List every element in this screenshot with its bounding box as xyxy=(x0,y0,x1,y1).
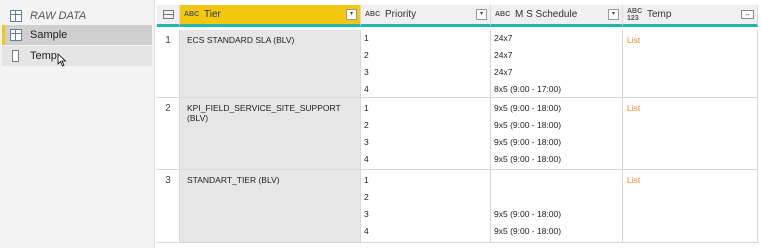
column-name: Tier xyxy=(204,9,221,20)
priority-value: 2 xyxy=(364,192,369,202)
row-index: 1 xyxy=(157,30,180,97)
priority-value: 4 xyxy=(364,226,369,236)
row-index: 3 xyxy=(157,170,180,242)
priority-value: 1 xyxy=(364,33,369,43)
schedule-cell[interactable]: 24x7 24x7 24x7 8x5 (9:00 - 17:00) xyxy=(491,30,623,97)
temp-cell[interactable]: List xyxy=(623,30,758,97)
query-label: Temp xyxy=(30,50,57,62)
column-name: Priority xyxy=(385,9,417,20)
schedule-value: 9x5 (9:00 - 18:00) xyxy=(494,154,562,164)
column-header-ms-schedule[interactable]: ABC M S Schedule ▾ xyxy=(491,5,623,27)
table-row: 3 STANDART_TIER (BLV) 1 2 3 4 9x5 (9:00 … xyxy=(157,170,758,243)
temp-cell[interactable]: List xyxy=(623,170,758,242)
query-raw-data[interactable]: RAW DATA xyxy=(2,6,152,26)
table-row: 1 ECS STANDARD SLA (BLV) 1 2 3 4 24x7 24… xyxy=(157,30,758,98)
any-type-icon[interactable]: ABC 123 xyxy=(627,8,643,22)
schedule-value: 9x5 (9:00 - 18:00) xyxy=(494,103,562,113)
list-link[interactable]: List xyxy=(627,103,640,113)
priority-value: 3 xyxy=(364,209,369,219)
priority-value: 4 xyxy=(364,154,369,164)
query-label: Sample xyxy=(30,29,68,41)
query-label: RAW DATA xyxy=(30,10,87,22)
column-header-priority[interactable]: ABC Priority ▾ xyxy=(361,5,491,27)
filter-dropdown-icon[interactable]: ▾ xyxy=(608,9,619,20)
priority-value: 4 xyxy=(364,84,369,94)
schedule-value: 9x5 (9:00 - 18:00) xyxy=(494,120,562,130)
column-header-temp[interactable]: ABC 123 Temp ↔ xyxy=(623,5,758,27)
query-temp[interactable]: Temp xyxy=(2,46,152,66)
column-header-tier[interactable]: ABC Tier ▾ xyxy=(180,5,361,27)
temp-cell[interactable]: List xyxy=(623,98,758,169)
priority-value: 3 xyxy=(364,137,369,147)
text-type-icon[interactable]: ABC xyxy=(495,11,511,18)
table-icon xyxy=(10,10,22,22)
schedule-value: 9x5 (9:00 - 18:00) xyxy=(494,209,562,219)
schedule-value: 9x5 (9:00 - 18:00) xyxy=(494,137,562,147)
text-type-icon[interactable]: ABC xyxy=(365,11,381,18)
list-link[interactable]: List xyxy=(627,175,640,185)
schedule-value: 8x5 (9:00 - 17:00) xyxy=(494,84,562,94)
schedule-cell[interactable]: 9x5 (9:00 - 18:00) 9x5 (9:00 - 18:00) xyxy=(491,170,623,242)
mouse-cursor-icon xyxy=(57,53,67,67)
tier-cell[interactable]: KPI_FIELD_SERVICE_SITE_SUPPORT (BLV) xyxy=(180,98,361,169)
table-row: 2 KPI_FIELD_SERVICE_SITE_SUPPORT (BLV) 1… xyxy=(157,98,758,170)
parameter-icon xyxy=(12,50,19,62)
priority-cell[interactable]: 1 2 3 4 xyxy=(361,170,491,242)
priority-value: 1 xyxy=(364,175,369,185)
tier-cell[interactable]: STANDART_TIER (BLV) xyxy=(180,170,361,242)
query-sample[interactable]: Sample xyxy=(2,25,152,45)
list-link[interactable]: List xyxy=(627,35,640,45)
column-name: Temp xyxy=(647,9,672,20)
tier-cell[interactable]: ECS STANDARD SLA (BLV) xyxy=(180,30,361,97)
table-menu-icon xyxy=(162,10,174,19)
schedule-value: 9x5 (9:00 - 18:00) xyxy=(494,226,562,236)
queries-pane: RAW DATA Sample Temp xyxy=(0,0,155,248)
expand-column-icon[interactable]: ↔ xyxy=(741,10,754,19)
priority-value: 2 xyxy=(364,50,369,60)
priority-value: 2 xyxy=(364,120,369,130)
schedule-cell[interactable]: 9x5 (9:00 - 18:00) 9x5 (9:00 - 18:00) 9x… xyxy=(491,98,623,169)
table-icon xyxy=(10,29,22,41)
schedule-value: 24x7 xyxy=(494,33,513,43)
schedule-value: 24x7 xyxy=(494,67,513,77)
priority-value: 3 xyxy=(364,67,369,77)
schedule-value: 24x7 xyxy=(494,50,513,60)
column-name: M S Schedule xyxy=(515,9,578,20)
table-menu-button[interactable] xyxy=(157,5,180,27)
priority-cell[interactable]: 1 2 3 4 xyxy=(361,30,491,97)
filter-dropdown-icon[interactable]: ▾ xyxy=(346,9,357,20)
row-index: 2 xyxy=(157,98,180,169)
data-grid: ABC Tier ▾ ABC Priority ▾ ABC M S Schedu… xyxy=(157,5,762,248)
text-type-icon[interactable]: ABC xyxy=(184,11,200,18)
filter-dropdown-icon[interactable]: ▾ xyxy=(476,9,487,20)
priority-cell[interactable]: 1 2 3 4 xyxy=(361,98,491,169)
priority-value: 1 xyxy=(364,103,369,113)
